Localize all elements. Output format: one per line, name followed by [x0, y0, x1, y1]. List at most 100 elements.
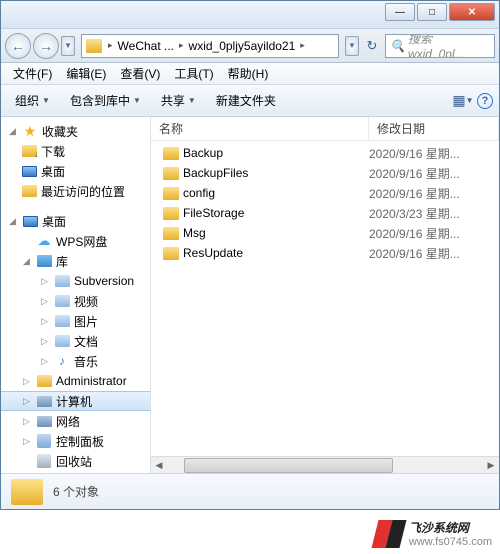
star-icon: ★ [22, 123, 38, 139]
network-icon [37, 416, 52, 427]
address-dropdown[interactable]: ▼ [345, 36, 359, 56]
tree-documents[interactable]: ▷文档 [1, 331, 150, 351]
computer-icon [37, 396, 52, 407]
menu-file[interactable]: 文件(F) [7, 63, 58, 84]
include-in-library-button[interactable]: 包含到库中▼ [62, 88, 149, 113]
tree-computer[interactable]: ▷计算机 [1, 391, 150, 411]
folder-icon [163, 147, 179, 160]
scroll-thumb[interactable] [184, 458, 393, 473]
file-date: 2020/9/16 星期... [369, 225, 499, 242]
column-header-name[interactable]: 名称 [151, 117, 369, 140]
file-date: 2020/9/16 星期... [369, 165, 499, 182]
folder-icon [163, 227, 179, 240]
file-name: FileStorage [183, 206, 244, 220]
desktop-icon [23, 216, 38, 227]
video-icon [55, 295, 70, 307]
tree-desktop-root[interactable]: ◢桌面 [1, 211, 150, 231]
back-button[interactable]: ← [5, 33, 31, 59]
refresh-button[interactable]: ↻ [361, 35, 383, 57]
file-date: 2020/9/16 星期... [369, 245, 499, 262]
tree-downloads[interactable]: 下载 [1, 141, 150, 161]
tree-music[interactable]: ▷♪音乐 [1, 351, 150, 371]
column-headers: 名称 修改日期 [151, 117, 499, 141]
folder-icon [11, 479, 43, 505]
navigation-pane: ◢★收藏夹 下载 桌面 最近访问的位置 ◢桌面 ☁WPS网盘 ◢库 ▷Subve… [1, 117, 151, 473]
folder-icon [55, 275, 70, 287]
folder-icon [163, 187, 179, 200]
documents-icon [55, 335, 70, 347]
file-date: 2020/9/16 星期... [369, 145, 499, 162]
tree-subversion[interactable]: ▷Subversion [1, 271, 150, 291]
cloud-icon: ☁ [36, 233, 52, 249]
search-input[interactable]: 🔍 搜索 wxid_0pl... [385, 34, 495, 58]
tree-library[interactable]: ◢库 [1, 251, 150, 271]
folder-icon [163, 247, 179, 260]
scroll-right-icon[interactable]: ▶ [483, 458, 499, 473]
breadcrumb-segment[interactable]: wxid_0pljy5ayildo21 [186, 39, 299, 53]
file-row[interactable]: config 2020/9/16 星期... [151, 183, 499, 203]
command-bar: 组织▼ 包含到库中▼ 共享▼ 新建文件夹 ▦▼ ? [1, 85, 499, 117]
tree-network[interactable]: ▷网络 [1, 411, 150, 431]
help-button[interactable]: ? [477, 93, 493, 109]
menu-tools[interactable]: 工具(T) [168, 63, 219, 84]
file-date: 2020/9/16 星期... [369, 185, 499, 202]
status-bar: 6 个对象 [1, 473, 499, 509]
titlebar: — □ ✕ [1, 1, 499, 29]
tree-recent[interactable]: 最近访问的位置 [1, 181, 150, 201]
forward-button[interactable]: → [33, 33, 59, 59]
file-name: config [183, 186, 215, 200]
crumb-arrow-icon[interactable]: ▸ [298, 40, 307, 51]
folder-icon [163, 167, 179, 180]
status-text: 6 个对象 [53, 483, 99, 500]
crumb-arrow-icon[interactable]: ▸ [106, 40, 115, 51]
pictures-icon [55, 315, 70, 327]
watermark-url: www.fs0745.com [409, 536, 492, 548]
menu-edit[interactable]: 编辑(E) [60, 63, 112, 84]
close-button[interactable]: ✕ [449, 3, 495, 21]
tree-pictures[interactable]: ▷图片 [1, 311, 150, 331]
recycle-bin-icon [37, 454, 51, 468]
file-row[interactable]: Msg2020/9/16 星期... [151, 223, 499, 243]
download-folder-icon [22, 145, 37, 157]
horizontal-scrollbar[interactable]: ◀ ▶ [151, 456, 499, 473]
file-row[interactable]: Backup 2020/9/16 星期... [151, 143, 499, 163]
file-date: 2020/3/23 星期... [369, 205, 499, 222]
folder-icon [163, 207, 179, 220]
tree-control-panel[interactable]: ▷控制面板 [1, 431, 150, 451]
new-folder-button[interactable]: 新建文件夹 [208, 88, 284, 113]
tree-administrator[interactable]: ▷Administrator [1, 371, 150, 391]
file-name: Backup [183, 146, 223, 160]
view-mode-button[interactable]: ▦▼ [453, 91, 473, 111]
tree-video[interactable]: ▷视频 [1, 291, 150, 311]
scroll-left-icon[interactable]: ◀ [151, 458, 167, 473]
breadcrumb-segment[interactable]: WeChat ... [115, 39, 177, 53]
menu-help[interactable]: 帮助(H) [222, 63, 275, 84]
crumb-arrow-icon[interactable]: ▸ [177, 40, 186, 51]
nav-history-dropdown[interactable]: ▼ [61, 36, 75, 56]
file-row[interactable]: ResUpdate2020/9/16 星期... [151, 243, 499, 263]
file-row[interactable]: FileStorage 2020/3/23 星期... [151, 203, 499, 223]
desktop-icon [22, 166, 37, 177]
search-placeholder: 搜索 wxid_0pl... [408, 34, 490, 58]
maximize-button[interactable]: □ [417, 3, 447, 21]
content-pane: 名称 修改日期 Backup2020/9/16 星期...BackupFiles… [151, 117, 499, 473]
tree-desktop[interactable]: 桌面 [1, 161, 150, 181]
watermark-brand: 飞沙系统网 [409, 521, 469, 535]
control-panel-icon [37, 434, 51, 448]
tree-favorites[interactable]: ◢★收藏夹 [1, 121, 150, 141]
tree-wps[interactable]: ☁WPS网盘 [1, 231, 150, 251]
share-button[interactable]: 共享▼ [153, 88, 204, 113]
menu-view[interactable]: 查看(V) [114, 63, 166, 84]
column-header-date[interactable]: 修改日期 [369, 117, 499, 140]
file-name: BackupFiles [183, 166, 248, 180]
watermark: 飞沙系统网 www.fs0745.com [375, 519, 492, 548]
explorer-window: — □ ✕ ← → ▼ ▸ WeChat ... ▸ wxid_0pljy5ay… [0, 0, 500, 510]
file-list: Backup 2020/9/16 星期... BackupFiles 2020/9/1… [151, 141, 499, 456]
watermark-logo [375, 520, 403, 548]
folder-icon [86, 39, 102, 53]
address-bar[interactable]: ▸ WeChat ... ▸ wxid_0pljy5ayildo21 ▸ [81, 34, 339, 58]
organize-button[interactable]: 组织▼ [7, 88, 58, 113]
minimize-button[interactable]: — [385, 3, 415, 21]
tree-recycle-bin[interactable]: 回收站 [1, 451, 150, 471]
file-row[interactable]: BackupFiles 2020/9/16 星期... [151, 163, 499, 183]
